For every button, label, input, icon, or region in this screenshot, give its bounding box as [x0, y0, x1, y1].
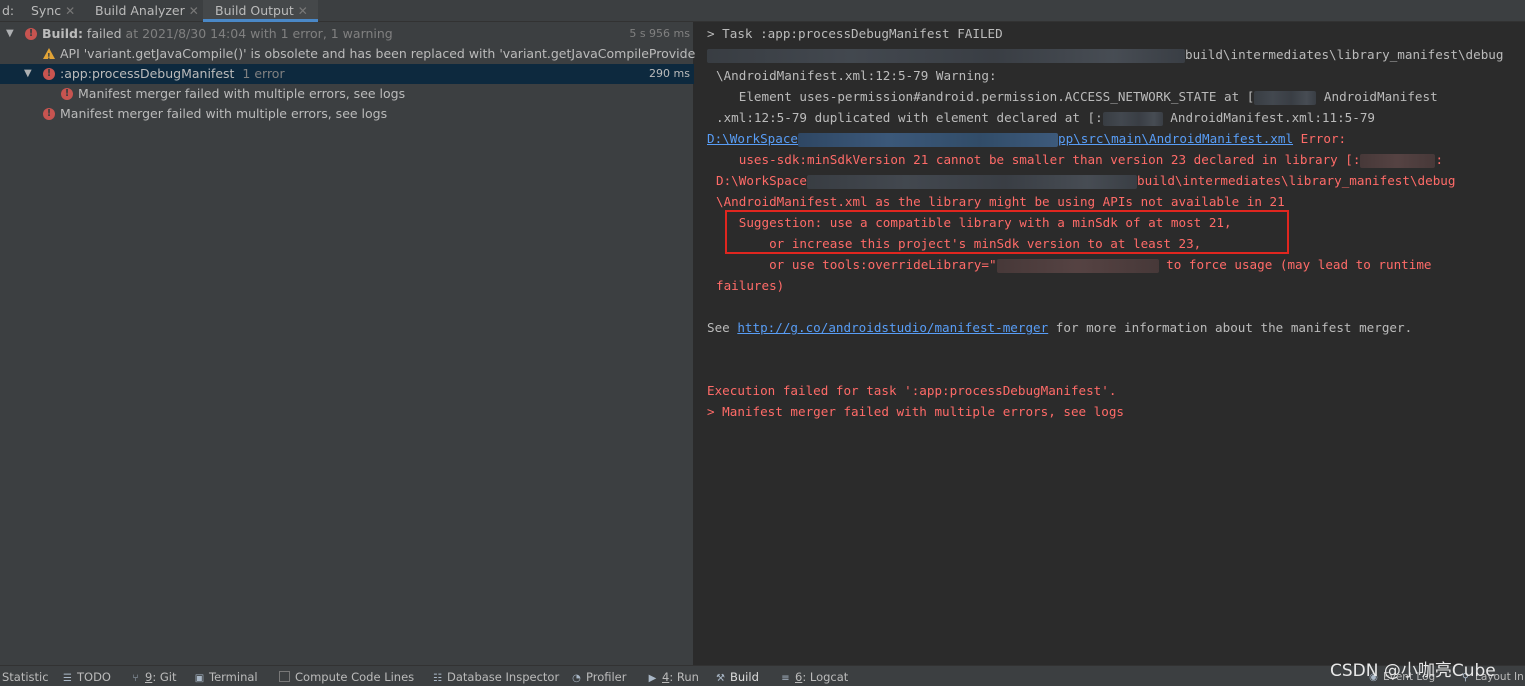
close-icon[interactable]: ✕: [298, 4, 308, 18]
redacted-block: [707, 48, 1185, 63]
warning-text: API 'variant.getJavaCompile()' is obsole…: [60, 46, 718, 61]
suggestion-line: Suggestion: use a compatible library wit…: [716, 215, 1232, 230]
hammer-icon: ⚒: [716, 673, 725, 684]
file-link[interactable]: pp\src\main\AndroidManifest.xml: [1058, 131, 1293, 146]
console-line: > Task :app:processDebugManifest FAILED: [707, 26, 1003, 41]
tabbar-prefix: d:: [2, 3, 15, 18]
tree-row-warning[interactable]: API 'variant.getJavaCompile()' is obsole…: [0, 44, 718, 67]
profiler-button[interactable]: ◔ Profiler: [571, 670, 626, 684]
checkbox-icon: [279, 671, 290, 682]
logcat-icon: ≡: [781, 673, 790, 684]
console-line: See http://g.co/androidstudio/manifest-m…: [707, 320, 1413, 335]
tree-row-root-error[interactable]: Manifest merger failed with multiple err…: [0, 104, 694, 124]
list-icon: ☰: [63, 673, 72, 684]
logcat-button[interactable]: ≡ 6: Logcat: [780, 670, 848, 684]
build-console[interactable]: > Task :app:processDebugManifest FAILED …: [695, 22, 1525, 665]
console-line: > Manifest merger failed with multiple e…: [707, 404, 1125, 419]
git-icon: ⑂: [132, 673, 139, 684]
tab-build-output-label: Build Output: [215, 3, 294, 18]
database-icon: ☷: [433, 673, 442, 684]
close-icon[interactable]: ✕: [65, 4, 75, 18]
error-icon: [61, 84, 73, 104]
build-label: Build:: [42, 26, 83, 41]
watermark-text: CSDN @小咖亮Cube: [1330, 661, 1496, 681]
gauge-icon: ◔: [572, 673, 581, 684]
play-icon: ▶: [648, 673, 657, 684]
task-error-count: 1 error: [242, 66, 285, 81]
console-line: Element uses-permission#android.permissi…: [716, 89, 1438, 105]
console-line: or use tools:overrideLibrary=" to force …: [716, 257, 1432, 273]
console-line: D:\WorkSpace pp\src\main\AndroidManifest.…: [707, 131, 1347, 147]
run-button[interactable]: ▶ 4: Run: [647, 670, 699, 684]
statistic-button[interactable]: Statistic: [2, 670, 49, 684]
task-error-text: Manifest merger failed with multiple err…: [78, 86, 406, 101]
tree-row-task-error[interactable]: Manifest merger failed with multiple err…: [0, 84, 694, 104]
todo-button[interactable]: ☰ TODO: [62, 670, 111, 684]
tab-build-output[interactable]: Build Output ✕: [203, 0, 318, 22]
file-link[interactable]: D:\WorkSpace: [707, 131, 798, 146]
close-icon[interactable]: ✕: [189, 4, 199, 18]
console-line: failures): [716, 278, 785, 293]
redacted-block: [807, 174, 1137, 189]
build-status: failed: [82, 26, 122, 41]
chevron-down-icon[interactable]: ▼: [24, 64, 34, 84]
tab-build-analyzer-label: Build Analyzer: [95, 3, 185, 18]
git-button[interactable]: ⑂ 9: Git: [130, 670, 177, 684]
tab-sync[interactable]: Sync ✕: [31, 0, 75, 22]
redacted-block: [798, 132, 1058, 147]
error-icon: [25, 24, 37, 44]
terminal-icon: ▣: [194, 673, 205, 684]
tree-row-task[interactable]: ▼ :app:processDebugManifest 1 error 290 …: [0, 64, 694, 84]
chevron-down-icon[interactable]: ▼: [6, 24, 16, 44]
tab-build-analyzer[interactable]: Build Analyzer ✕: [95, 0, 199, 22]
tool-window-tabbar: d: Sync ✕ Build Analyzer ✕ Build Output ✕: [0, 0, 1525, 22]
build-duration: 5 s 956 ms: [629, 27, 690, 40]
root-error-text: Manifest merger failed with multiple err…: [60, 106, 388, 121]
tool-window-bar: Statistic ☰ TODO ⑂ 9: Git ▣ Terminal Comput…: [0, 665, 1525, 686]
console-line: D:\WorkSpace build\intermediates\library_…: [716, 173, 1456, 189]
manifest-merger-link[interactable]: http://g.co/androidstudio/manifest-merge…: [737, 320, 1048, 335]
suggestion-line: or increase this project's minSdk versio…: [716, 236, 1202, 251]
console-line: uses-sdk:minSdkVersion 21 cannot be smal…: [716, 152, 1444, 168]
error-icon: [43, 104, 55, 124]
compute-code-lines-button[interactable]: Compute Code Lines: [279, 670, 414, 684]
redacted-block: [1254, 90, 1317, 105]
build-detail: at 2021/8/30 14:04 with 1 error, 1 warni…: [121, 26, 393, 41]
tab-sync-label: Sync: [31, 3, 62, 18]
error-icon: [43, 64, 55, 84]
build-tree: ▼ Build: failed at 2021/8/30 14:04 with …: [0, 22, 718, 665]
warning-icon: [43, 47, 55, 67]
task-name: :app:processDebugManifest: [60, 66, 235, 81]
console-line: Execution failed for task ':app:processD…: [707, 383, 1117, 398]
database-inspector-button[interactable]: ☷ Database Inspector: [432, 670, 559, 684]
redacted-block: [1360, 153, 1436, 168]
task-duration: 290 ms: [649, 67, 690, 80]
console-line: \AndroidManifest.xml as the library migh…: [716, 194, 1285, 209]
console-line: build\intermediates\library_manifest\deb…: [707, 44, 1503, 65]
console-line: \AndroidManifest.xml:12:5-79 Warning:: [716, 68, 997, 83]
tree-row-build[interactable]: ▼ Build: failed at 2021/8/30 14:04 with …: [0, 24, 694, 44]
redacted-block: [996, 258, 1159, 273]
console-line: .xml:12:5-79 duplicated with element dec…: [716, 110, 1375, 126]
terminal-button[interactable]: ▣ Terminal: [194, 670, 258, 684]
build-tool-button[interactable]: ⚒ Build: [715, 670, 759, 684]
redacted-block: [1102, 111, 1163, 126]
